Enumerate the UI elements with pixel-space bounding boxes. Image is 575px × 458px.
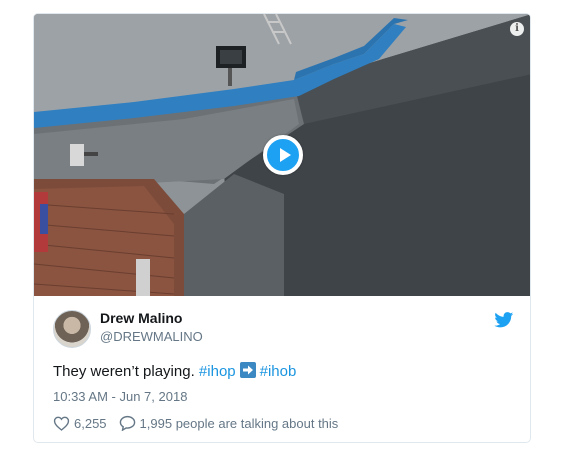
tweet-timestamp[interactable]: 10:33 AM - Jun 7, 2018 <box>53 389 187 404</box>
tweet-actions: 6,255 1,995 people are talking about thi… <box>53 415 338 431</box>
video-preview[interactable]: i <box>34 14 530 296</box>
author-handle[interactable]: @DREWMALINO <box>100 329 203 344</box>
like-count: 6,255 <box>74 415 107 431</box>
play-button[interactable] <box>263 135 303 175</box>
tweet-text-prefix: They weren’t playing. <box>53 363 195 380</box>
avatar[interactable] <box>53 310 91 348</box>
embedded-tweet-card[interactable]: i Drew Malino @DREWMALINO They weren’t p… <box>33 13 531 443</box>
right-arrow-emoji-icon <box>239 362 256 378</box>
hashtag-ihob[interactable]: #ihob <box>260 363 297 380</box>
like-action[interactable]: 6,255 <box>53 416 107 431</box>
play-icon <box>280 148 291 162</box>
author-name[interactable]: Drew Malino <box>100 310 182 326</box>
talking-action[interactable]: 1,995 people are talking about this <box>119 415 339 431</box>
hashtag-ihop[interactable]: #ihop <box>199 363 236 380</box>
heart-icon <box>53 416 70 431</box>
talking-count-text: 1,995 people are talking about this <box>139 415 339 431</box>
info-icon[interactable]: i <box>510 22 524 36</box>
twitter-bird-icon[interactable] <box>494 312 514 328</box>
speech-bubble-icon <box>119 415 135 431</box>
tweet-text: They weren’t playing. #ihop #ihob <box>53 362 296 380</box>
